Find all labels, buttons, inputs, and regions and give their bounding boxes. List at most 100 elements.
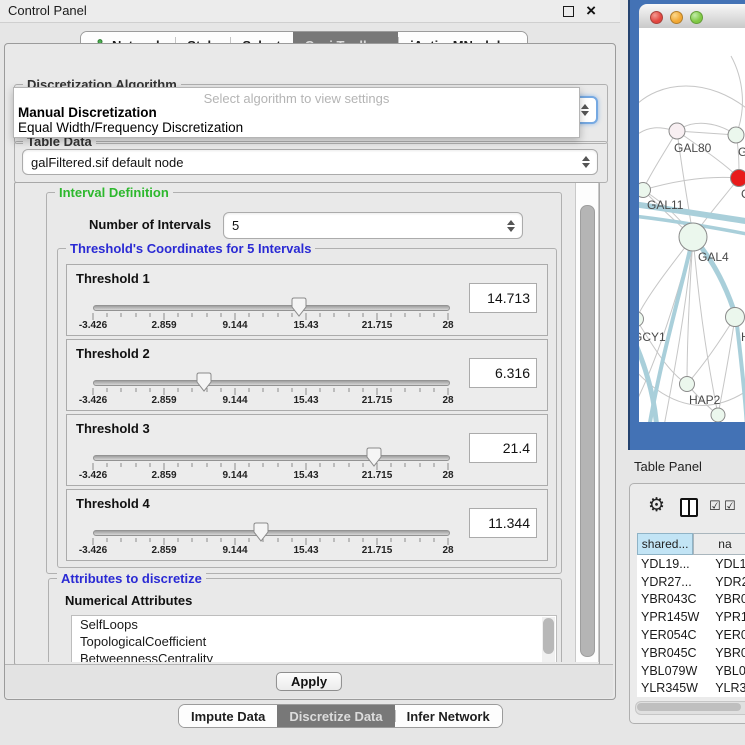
- close-icon[interactable]: ×: [586, 0, 596, 22]
- table-horizontal-scrollbar[interactable]: [635, 701, 745, 715]
- table-row[interactable]: YPR145WYPR1: [637, 608, 745, 626]
- tick-mark: [235, 538, 236, 545]
- tab-label: Impute Data: [191, 709, 265, 724]
- threshold-1-slider[interactable]: [93, 305, 450, 311]
- mac-zoom-icon[interactable]: [690, 11, 703, 24]
- table-row[interactable]: YDL19...YDL1: [637, 555, 745, 573]
- menu-item-equal-width-discretization[interactable]: Equal Width/Frequency Discretization: [18, 120, 243, 135]
- numerical-attributes-heading: Numerical Attributes: [65, 593, 192, 608]
- threshold-label: Threshold 1: [76, 271, 150, 286]
- network-node[interactable]: [711, 408, 725, 422]
- network-node[interactable]: [639, 312, 644, 327]
- table-row[interactable]: YBR043CYBR0: [637, 591, 745, 609]
- threshold-2-slider[interactable]: [93, 380, 450, 386]
- table-column-header[interactable]: shared...: [637, 533, 693, 555]
- tick-mark: [391, 463, 392, 467]
- network-edge-thick: [639, 338, 657, 422]
- table-column-header[interactable]: na: [693, 533, 745, 555]
- float-window-icon[interactable]: [563, 6, 574, 17]
- tick-mark: [306, 313, 307, 320]
- columns-icon[interactable]: [680, 498, 698, 517]
- table-hscrollbar-thumb[interactable]: [637, 703, 741, 711]
- tick-mark: [220, 313, 221, 317]
- list-item[interactable]: TopologicalCoefficient: [72, 633, 556, 650]
- numerical-attributes-list[interactable]: SelfLoopsTopologicalCoefficientBetweenne…: [71, 615, 557, 662]
- table-row[interactable]: YDR27...YDR2: [637, 573, 745, 591]
- checkbox-icon[interactable]: ☑: [724, 498, 736, 514]
- interval-definition-label: Interval Definition: [55, 185, 173, 200]
- tab-discretize-data[interactable]: Discretize Data: [277, 705, 394, 727]
- tick-mark: [419, 538, 420, 542]
- network-window-frame: GAL80GACYGAL11GAL4GCY1HAHAP2: [628, 0, 745, 450]
- tick-mark: [107, 538, 108, 542]
- tick-mark: [334, 463, 335, 467]
- network-node[interactable]: [728, 127, 744, 143]
- threshold-3-value-field[interactable]: 21.4: [469, 433, 537, 463]
- table-row[interactable]: YLR345WYLR3: [637, 680, 745, 697]
- network-node-label: CY: [741, 187, 745, 201]
- network-edge: [687, 317, 735, 384]
- number-of-intervals-combobox[interactable]: 5: [223, 212, 523, 239]
- tab-impute-data[interactable]: Impute Data: [179, 705, 277, 727]
- attributes-scrollbar-thumb[interactable]: [543, 618, 554, 654]
- mac-close-icon[interactable]: [650, 11, 663, 24]
- attributes-scrollbar[interactable]: [542, 617, 555, 662]
- table-cell: YLR3: [709, 681, 745, 695]
- attribute-items: SelfLoopsTopologicalCoefficientBetweenne…: [72, 616, 556, 662]
- threshold-4-slider[interactable]: [93, 530, 450, 536]
- gear-icon[interactable]: ⚙: [648, 496, 665, 515]
- table-row[interactable]: YBR045CYBR0: [637, 644, 745, 662]
- tick-mark: [206, 388, 207, 392]
- settings-vertical-scrollbar[interactable]: [575, 183, 599, 662]
- tick-mark: [178, 463, 179, 467]
- tick-mark: [192, 538, 193, 542]
- threshold-label: Threshold 4: [76, 496, 150, 511]
- network-canvas[interactable]: GAL80GACYGAL11GAL4GCY1HAHAP2: [639, 28, 745, 422]
- apply-button[interactable]: Apply: [276, 672, 342, 691]
- network-node[interactable]: [679, 223, 707, 251]
- slider-ticks: [93, 538, 448, 545]
- network-node[interactable]: [726, 308, 745, 327]
- tick-mark: [107, 388, 108, 392]
- table-row[interactable]: YER054CYER0: [637, 626, 745, 644]
- tick-mark: [391, 313, 392, 317]
- table-cell: YDR27...: [637, 575, 709, 589]
- network-node[interactable]: [731, 170, 745, 187]
- tick-mark: [149, 463, 150, 467]
- network-node[interactable]: [639, 183, 651, 198]
- tick-mark: [192, 313, 193, 317]
- tick-mark: [291, 313, 292, 317]
- threshold-4-value-field[interactable]: 11.344: [469, 508, 537, 538]
- list-item[interactable]: SelfLoops: [72, 616, 556, 633]
- network-node[interactable]: [669, 123, 685, 139]
- threshold-3-slider[interactable]: [93, 455, 450, 461]
- tick-mark: [348, 313, 349, 317]
- tick-label: -3.426: [79, 395, 107, 406]
- menu-item-manual-discretization[interactable]: Manual Discretization: [18, 105, 157, 120]
- settings-scrollbar-thumb[interactable]: [580, 205, 595, 657]
- mac-minimize-icon[interactable]: [670, 11, 683, 24]
- threshold-2-value-field[interactable]: 6.316: [469, 358, 537, 388]
- tick-mark: [135, 463, 136, 467]
- tick-mark: [419, 313, 420, 317]
- tick-mark: [93, 463, 94, 470]
- network-graph: GAL80GACYGAL11GAL4GCY1HAHAP2: [639, 28, 745, 422]
- checkbox-icon[interactable]: ☑: [709, 498, 721, 514]
- tick-mark: [121, 463, 122, 467]
- list-item[interactable]: BetweennessCentrality: [72, 650, 556, 662]
- table-row[interactable]: YBL079WYBL0: [637, 662, 745, 680]
- tick-mark: [135, 388, 136, 392]
- tick-mark: [334, 388, 335, 392]
- tick-mark: [405, 388, 406, 392]
- network-node-label: GAL11: [647, 198, 684, 212]
- table-header-row: shared...na: [637, 533, 745, 555]
- tick-mark: [448, 313, 449, 320]
- threshold-1-value-field[interactable]: 14.713: [469, 283, 537, 313]
- algorithm-dropdown-popup: Select algorithm to view settings Manual…: [13, 87, 580, 138]
- tab-infer-network[interactable]: Infer Network: [395, 705, 502, 727]
- tick-label: 21.715: [362, 320, 393, 331]
- table-data-combobox[interactable]: galFiltered.sif default node: [22, 149, 598, 175]
- network-node[interactable]: [680, 377, 695, 392]
- network-node-label: GA: [738, 145, 745, 159]
- tick-mark: [277, 463, 278, 467]
